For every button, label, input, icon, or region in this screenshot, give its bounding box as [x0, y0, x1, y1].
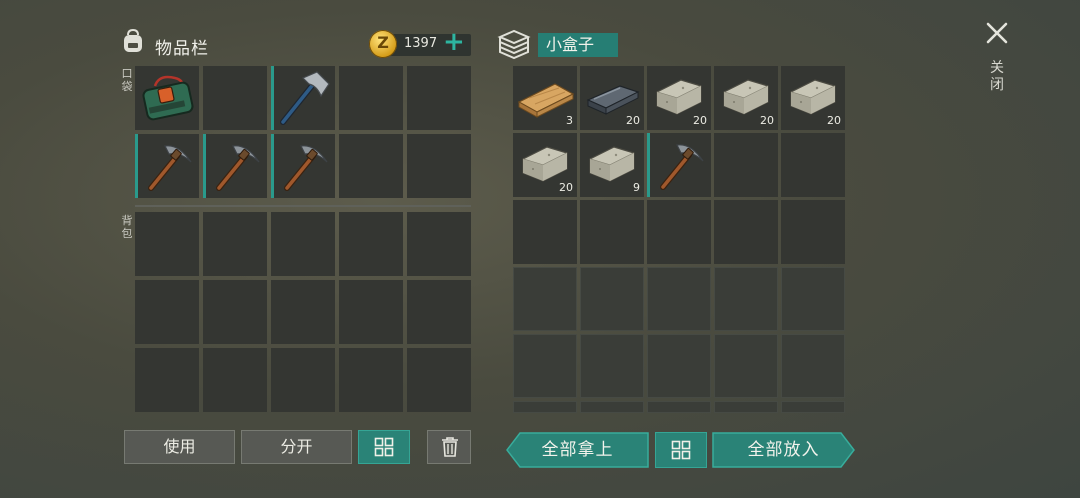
take-all-label: 全部拿上 [541, 440, 614, 460]
pocket-slot[interactable] [203, 134, 267, 198]
box-icon [497, 29, 531, 60]
box-slot[interactable] [580, 267, 644, 331]
grid-icon [671, 440, 691, 460]
item-quantity: 20 [827, 114, 841, 127]
box-slot[interactable] [647, 267, 711, 331]
container-name: 小盒子 [538, 33, 618, 57]
backpack-slot[interactable] [135, 212, 199, 276]
box-slot[interactable] [580, 334, 644, 398]
pocket-slot[interactable] [271, 134, 335, 198]
box-slot[interactable] [513, 334, 577, 398]
backpack-slot[interactable] [407, 280, 471, 344]
pocket-slot[interactable] [339, 134, 403, 198]
put-all-label: 全部放入 [747, 440, 820, 460]
backpack-slot[interactable] [271, 280, 335, 344]
box-slot[interactable]: 20 [513, 133, 577, 197]
box-slot[interactable] [781, 401, 845, 413]
trash-icon [442, 437, 458, 457]
backpack-slot[interactable] [203, 348, 267, 412]
pocket-slot[interactable] [407, 134, 471, 198]
box-slot[interactable]: 3 [513, 66, 577, 130]
box-slot[interactable] [513, 401, 577, 413]
box-slot[interactable] [580, 200, 644, 264]
pocket-label: 口袋 [121, 67, 133, 93]
pocket-slot[interactable] [271, 66, 335, 130]
coin-count: 1397 [404, 36, 438, 51]
box-slot[interactable]: 20 [647, 66, 711, 130]
discard-button[interactable] [427, 430, 471, 464]
pocket-slot[interactable] [135, 66, 199, 130]
box-slot[interactable]: 20 [781, 66, 845, 130]
backpack-slot[interactable] [339, 280, 403, 344]
backpack-slot[interactable] [407, 212, 471, 276]
coin-symbol: Z [377, 33, 389, 52]
box-slot[interactable] [647, 401, 711, 413]
backpack-slot[interactable] [339, 348, 403, 412]
box-slot[interactable] [714, 133, 778, 197]
take-all-button[interactable]: 全部拿上 [506, 432, 649, 468]
backpack-label: 背包 [121, 214, 133, 240]
backpack-icon [124, 28, 142, 52]
box-slot[interactable] [781, 133, 845, 197]
box-slot[interactable] [513, 267, 577, 331]
box-slot[interactable] [513, 200, 577, 264]
backpack-slot[interactable] [271, 348, 335, 412]
box-slot[interactable] [781, 334, 845, 398]
box-slot[interactable] [714, 267, 778, 331]
put-all-button[interactable]: 全部放入 [712, 432, 855, 468]
backpack-slot[interactable] [339, 212, 403, 276]
grid-icon [374, 437, 394, 457]
box-slot[interactable] [714, 200, 778, 264]
backpack-slot[interactable] [203, 212, 267, 276]
item-quantity: 20 [760, 114, 774, 127]
box-slot[interactable] [781, 267, 845, 331]
item-quantity: 9 [633, 181, 640, 194]
sort-button[interactable] [358, 430, 410, 464]
backpack-slot[interactable] [407, 348, 471, 412]
box-slot[interactable] [580, 401, 644, 413]
split-button[interactable]: 分开 [241, 430, 352, 464]
inventory-title: 物品栏 [155, 39, 209, 59]
close-label[interactable]: 关闭 [988, 60, 1006, 94]
box-slot[interactable] [647, 334, 711, 398]
add-coins-button[interactable]: + [443, 28, 465, 56]
pocket-slot[interactable] [339, 66, 403, 130]
backpack-slot[interactable] [135, 348, 199, 412]
pocket-slot[interactable] [407, 66, 471, 130]
coin-balance: Z 1397 + [369, 28, 471, 58]
section-divider [135, 205, 471, 207]
pocket-slot[interactable] [203, 66, 267, 130]
box-slot[interactable] [647, 133, 711, 197]
box-slot[interactable] [781, 200, 845, 264]
close-icon[interactable] [982, 18, 1012, 48]
backpack-slot[interactable] [271, 212, 335, 276]
box-slot[interactable]: 20 [714, 66, 778, 130]
use-button[interactable]: 使用 [124, 430, 235, 464]
box-slot[interactable]: 20 [580, 66, 644, 130]
item-quantity: 20 [693, 114, 707, 127]
pocket-slot[interactable] [135, 134, 199, 198]
item-quantity: 20 [626, 114, 640, 127]
item-quantity: 3 [566, 114, 573, 127]
backpack-slot[interactable] [135, 280, 199, 344]
box-slot[interactable] [647, 200, 711, 264]
box-slot[interactable] [714, 334, 778, 398]
box-sort-button[interactable] [655, 432, 707, 468]
item-quantity: 20 [559, 181, 573, 194]
box-slot[interactable] [714, 401, 778, 413]
backpack-slot[interactable] [203, 280, 267, 344]
box-slot[interactable]: 9 [580, 133, 644, 197]
